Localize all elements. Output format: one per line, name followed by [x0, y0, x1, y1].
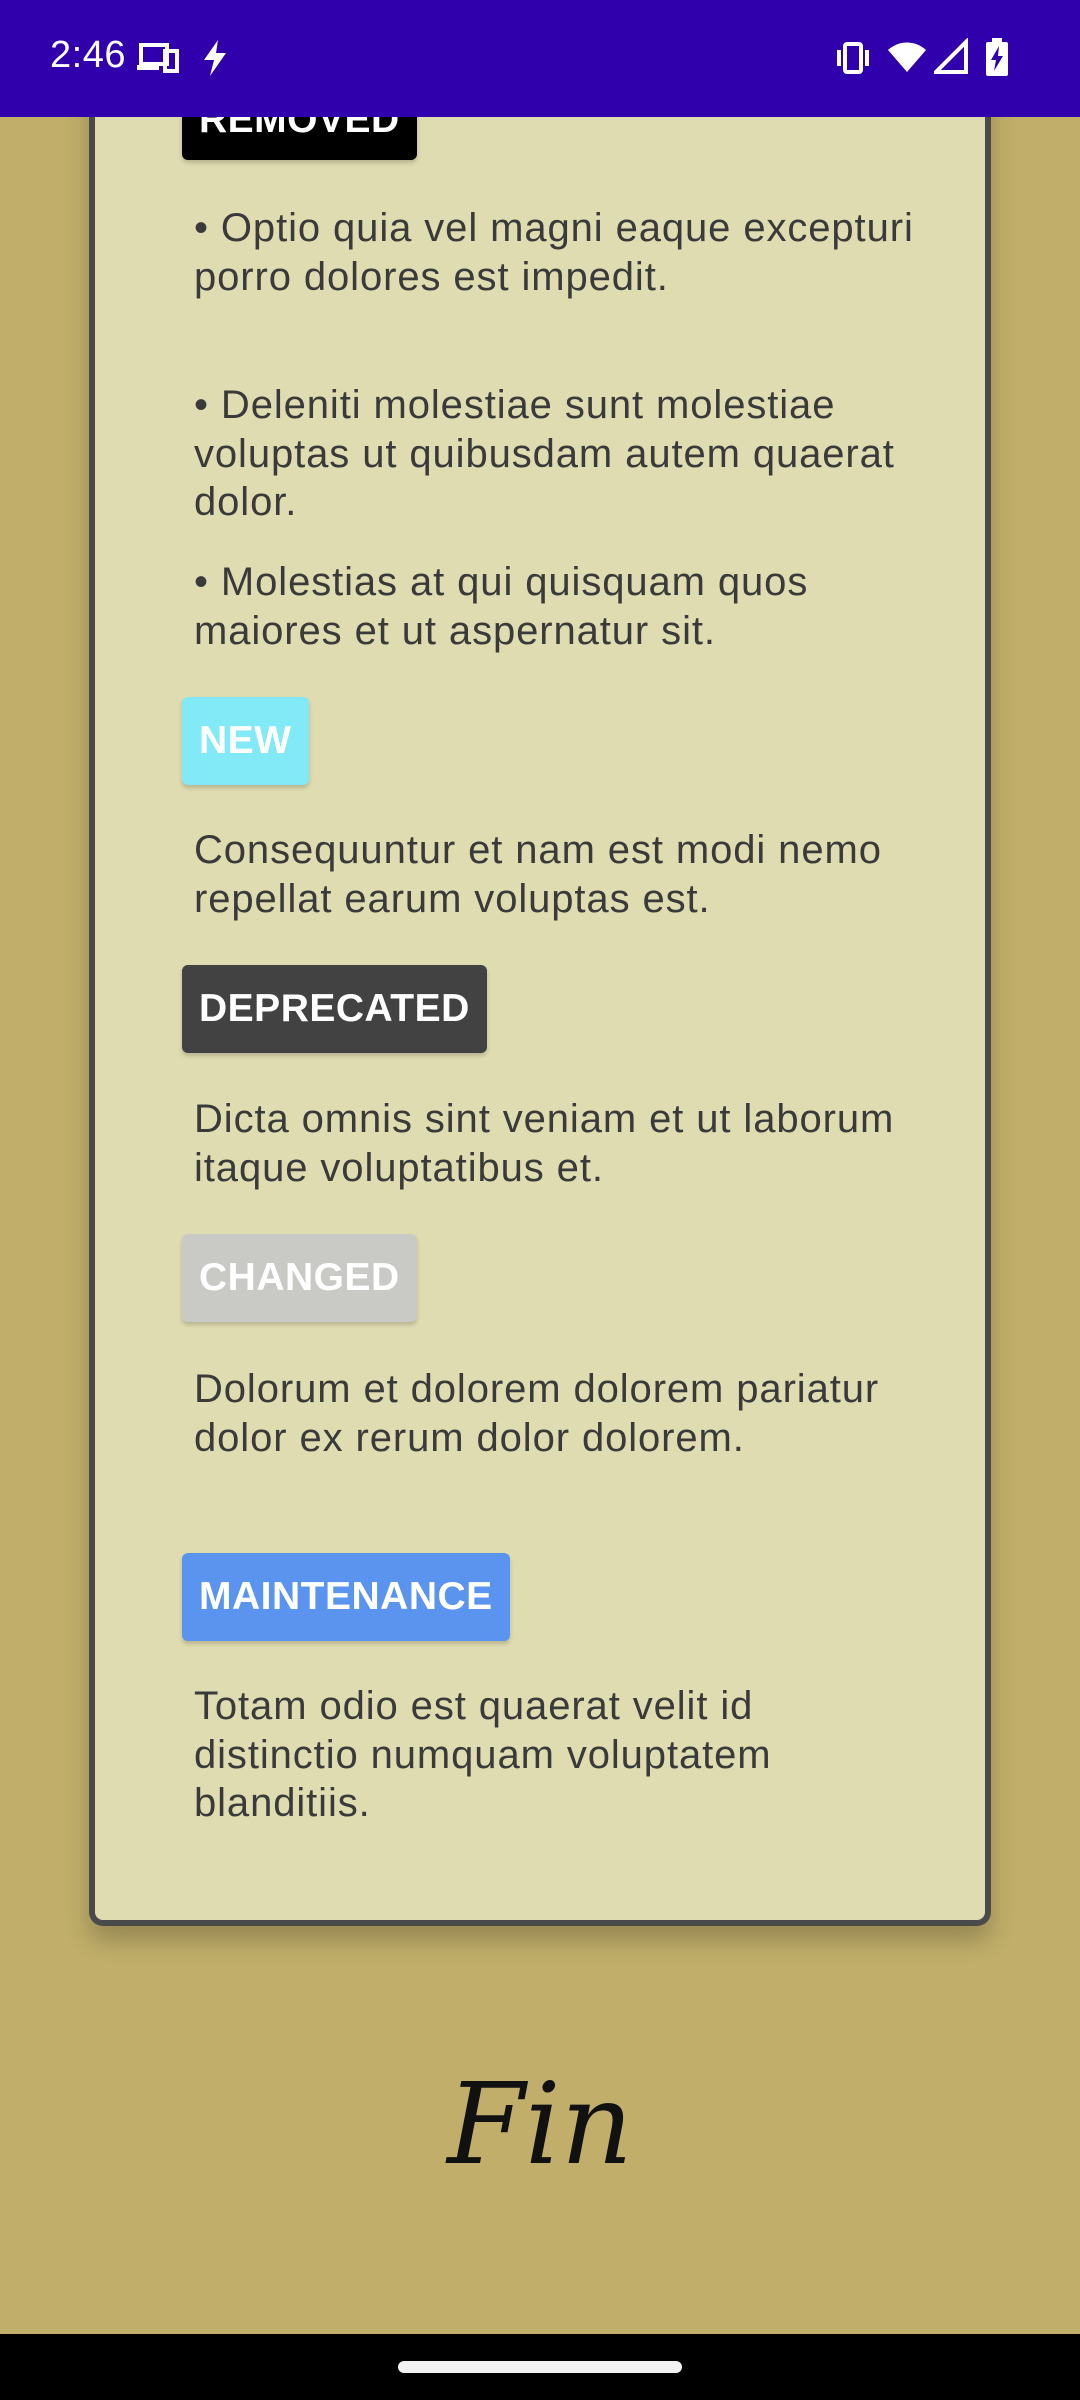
- removed-item-3: • Molestias at qui quisquam quos maiores…: [194, 560, 809, 653]
- removed-item-2: • Deleniti molestiae sunt molestiae volu…: [194, 383, 895, 524]
- new-description: Consequuntur et nam est modi nemo repell…: [194, 828, 882, 921]
- devices-icon: [137, 38, 179, 82]
- flash-icon: [200, 38, 230, 82]
- badge-maintenance: MAINTENANCE: [182, 1553, 510, 1641]
- status-bar: 2:46: [0, 0, 1080, 117]
- fin-text: Fin: [447, 2060, 633, 2190]
- signal-icon: [931, 37, 968, 82]
- navigation-bar: [0, 2334, 1080, 2400]
- deprecated-description: Dicta omnis sint veniam et ut laborum it…: [194, 1097, 895, 1190]
- battery-charging-icon: [985, 38, 1009, 82]
- badge-deprecated: DEPRECATED: [182, 965, 487, 1053]
- changelog-card: REMOVED • Optio quia vel magni eaque exc…: [89, 60, 991, 1926]
- removed-item-1: • Optio quia vel magni eaque excepturi p…: [194, 206, 914, 299]
- badge-changed: CHANGED: [182, 1234, 417, 1322]
- status-time: 2:46: [50, 34, 126, 76]
- maintenance-description: Totam odio est quaerat velit id distinct…: [194, 1684, 772, 1825]
- vibrate-icon: [834, 38, 872, 82]
- changed-description: Dolorum et dolorem dolorem pariatur dolo…: [194, 1367, 880, 1460]
- wifi-icon: [887, 38, 927, 82]
- home-gesture-handle[interactable]: [398, 2361, 682, 2373]
- badge-new: NEW: [182, 697, 309, 785]
